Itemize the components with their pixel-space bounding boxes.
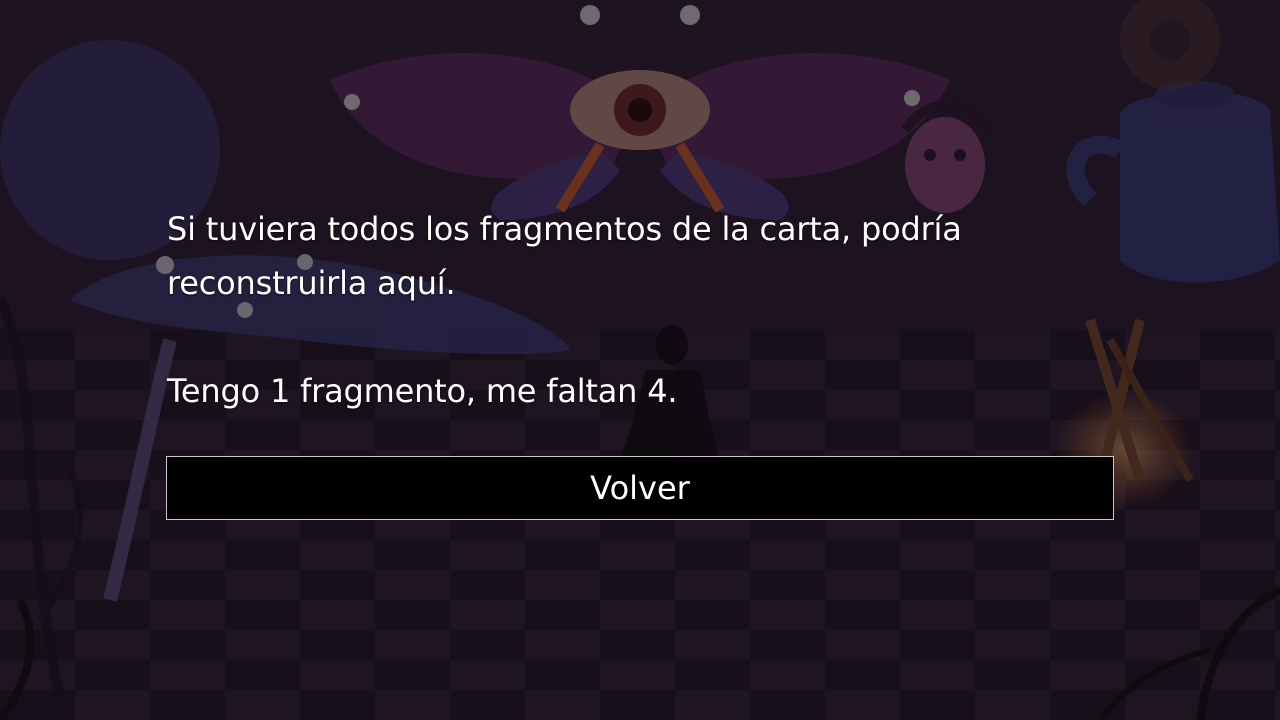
back-button[interactable]: Volver [166,456,1114,520]
dialog-message: Si tuviera todos los fragmentos de la ca… [167,202,1117,418]
dialog-line: reconstruirla aquí. [167,264,456,302]
dialog-line: Si tuviera todos los fragmentos de la ca… [167,210,962,248]
fragment-count-text: Tengo 1 fragmento, me faltan 4. [167,372,678,410]
dialog-spacer [167,310,1117,364]
game-screen: Si tuviera todos los fragmentos de la ca… [0,0,1280,720]
